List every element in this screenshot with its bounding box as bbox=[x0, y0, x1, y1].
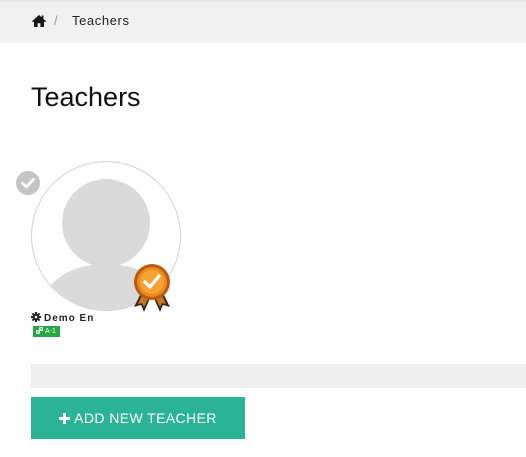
breadcrumb-separator: / bbox=[54, 13, 58, 28]
plus-icon bbox=[59, 412, 71, 424]
teacher-card[interactable] bbox=[31, 161, 181, 313]
breadcrumb: / Teachers bbox=[0, 2, 526, 43]
teacher-name: Demo En bbox=[31, 312, 94, 324]
breadcrumb-current: Teachers bbox=[72, 13, 130, 28]
link-icon bbox=[36, 327, 43, 334]
page-title: Teachers bbox=[31, 82, 141, 112]
award-ribbon-badge bbox=[132, 263, 172, 313]
class-tag[interactable]: A-1 bbox=[33, 326, 60, 337]
home-icon[interactable] bbox=[31, 14, 47, 28]
add-teacher-button[interactable]: ADD NEW TEACHER bbox=[31, 397, 245, 439]
teacher-name-text: Demo En bbox=[44, 313, 95, 324]
section-divider bbox=[31, 364, 526, 388]
add-teacher-label: ADD NEW TEACHER bbox=[74, 410, 217, 426]
gear-icon bbox=[31, 312, 41, 322]
class-tag-label: A-1 bbox=[45, 328, 56, 335]
